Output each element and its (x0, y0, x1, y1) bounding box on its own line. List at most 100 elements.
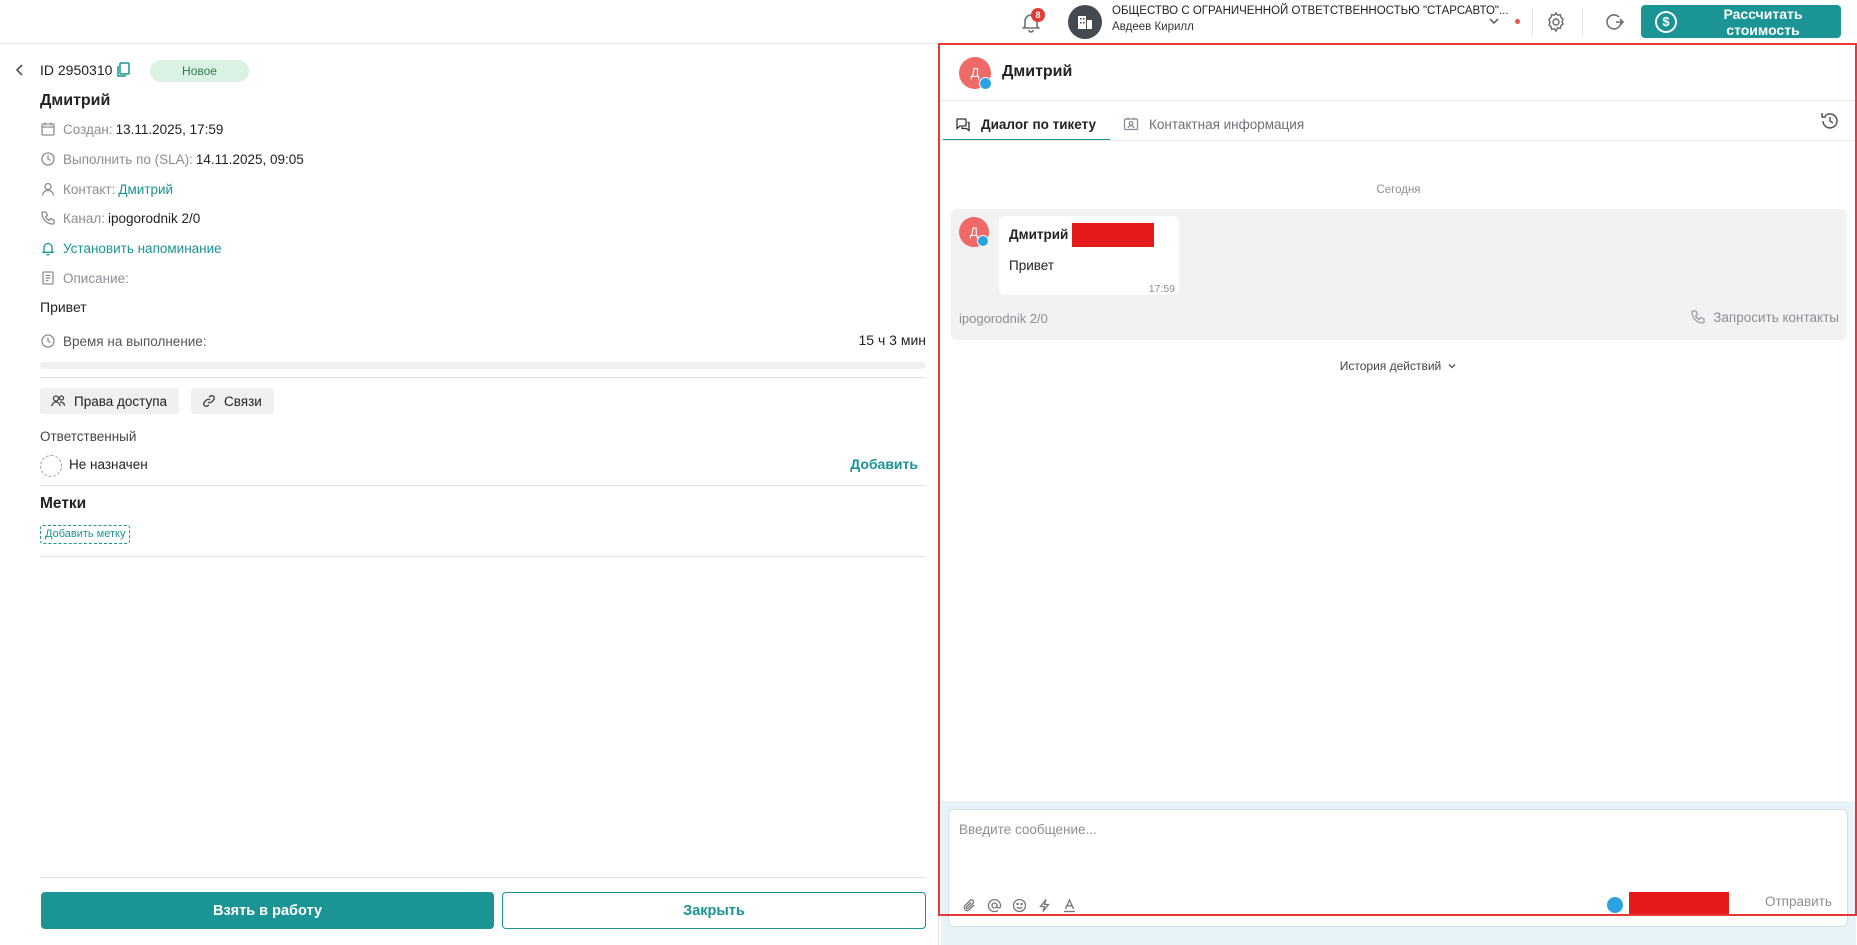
contact-link[interactable]: Дмитрий (118, 182, 173, 197)
chat-contact-name: Дмитрий (1002, 63, 1073, 80)
channel-label: Канал: (63, 210, 105, 226)
lightning-icon[interactable] (1033, 894, 1055, 916)
emoji-icon[interactable] (1008, 894, 1030, 916)
links-label: Связи (224, 393, 262, 409)
calendar-icon (41, 122, 55, 136)
message-channel: ipogorodnik 2/0 (959, 311, 1048, 326)
redaction-box (1629, 892, 1729, 915)
tab-ticket-dialog[interactable]: Диалог по тикету (955, 105, 1096, 143)
chat-bubbles-icon (956, 117, 970, 132)
time-value: 15 ч 3 мин (858, 332, 927, 348)
created-value: 13.11.2025, 17:59 (115, 121, 224, 137)
chat-panel: Д Дмитрий Диалог по тикету Контактная ин… (938, 43, 1857, 945)
sla-label: Выполнить по (SLA): (63, 151, 193, 167)
actions-history-toggle[interactable]: История действий (939, 359, 1857, 373)
message-input[interactable] (949, 810, 1847, 880)
history-icon[interactable] (1819, 110, 1841, 132)
empty-avatar (40, 455, 62, 477)
phone-icon (1691, 310, 1705, 324)
divider (40, 556, 926, 557)
message-composer: Отправить (948, 809, 1848, 927)
take-in-work-button[interactable]: Взять в работу (41, 892, 494, 929)
responsible-label: Ответственный (40, 429, 137, 444)
divider (40, 877, 926, 878)
access-rights-label: Права доступа (74, 393, 168, 409)
access-rights-button[interactable]: Права доступа (40, 388, 180, 414)
org-name[interactable]: ОБЩЕСТВО С ОГРАНИЧЕННОЙ ОТВЕТСТВЕННОСТЬЮ… (1112, 5, 1509, 17)
sla-row: Выполнить по (SLA): 14.11.2025, 09:05 (40, 150, 304, 168)
ticket-title: Дмитрий (40, 92, 111, 109)
links-button[interactable]: Связи (191, 388, 274, 414)
redaction-box (1072, 223, 1154, 247)
set-reminder-link[interactable]: Установить напоминание (63, 241, 222, 256)
send-button[interactable]: Отправить (1765, 894, 1832, 909)
actions-history-label: История действий (1339, 359, 1442, 373)
message-bubble: Дмитрий Привет 17:59 (999, 216, 1179, 295)
telegram-icon (979, 77, 992, 90)
channel-row: Канал: ipogorodnik 2/0 (40, 209, 200, 227)
calculate-cost-label: Рассчитать стоимость (1723, 5, 1803, 38)
dollar-icon: $ (1655, 10, 1677, 33)
text-format-icon[interactable] (1058, 894, 1080, 916)
created-row: Создан: 13.11.2025, 17:59 (40, 120, 223, 138)
user-name: Авдеев Кирилл (1112, 21, 1194, 33)
close-ticket-button[interactable]: Закрыть (502, 892, 926, 929)
link-icon (203, 395, 215, 407)
clock-icon (41, 334, 55, 348)
channel-value: ipogorodnik 2/0 (107, 210, 201, 226)
building-icon (1078, 16, 1092, 29)
message-text: Привет (1009, 258, 1055, 273)
document-icon (42, 271, 54, 285)
description-label: Описание: (63, 270, 129, 286)
logout-icon[interactable] (1602, 10, 1626, 34)
bell-icon (41, 242, 55, 256)
add-responsible-link[interactable]: Добавить (850, 456, 918, 472)
phone-icon (41, 211, 55, 225)
tab-contact-info-label: Контактная информация (1149, 116, 1305, 132)
time-row: Время на выполнение: (40, 332, 207, 350)
divider (40, 485, 926, 486)
sla-value: 14.11.2025, 09:05 (195, 151, 304, 167)
reminder-row[interactable]: Установить напоминание (40, 239, 222, 257)
request-contacts-label: Запросить контакты (1713, 309, 1839, 325)
copy-icon[interactable] (116, 62, 130, 78)
ticket-details-panel: ID 2950310 Новое Дмитрий Создан: 13.11.2… (0, 45, 938, 945)
paperclip-icon[interactable] (958, 894, 980, 916)
status-badge: Новое (150, 60, 249, 82)
chevron-down-icon[interactable] (1487, 14, 1501, 28)
divider (941, 140, 1856, 141)
request-contacts-button[interactable]: Запросить контакты (1690, 309, 1839, 325)
top-bar: 8 ОБЩЕСТВО С ОГРАНИЧЕННОЙ ОТВЕТСТВЕННОСТ… (0, 0, 1857, 44)
tab-ticket-dialog-label: Диалог по тикету (981, 116, 1097, 132)
time-label: Время на выполнение: (63, 333, 207, 349)
add-tag-button[interactable]: Добавить метку (40, 525, 131, 544)
created-label: Создан: (63, 121, 113, 137)
message-group: Д Дмитрий Привет 17:59 ipogorodnik 2/0 З… (951, 209, 1847, 340)
divider (40, 377, 926, 378)
responsible-value: Не назначен (69, 457, 148, 472)
telegram-icon (977, 235, 989, 247)
status-dot (1515, 19, 1520, 24)
telegram-icon (1607, 897, 1623, 913)
contact-label: Контакт: (63, 181, 116, 197)
description-row: Описание: (40, 269, 129, 287)
back-icon[interactable] (13, 63, 27, 77)
description-text: Привет (40, 299, 87, 315)
time-progress-bar (40, 362, 926, 369)
gear-icon[interactable] (1544, 10, 1568, 34)
chevron-down-icon (1448, 364, 1456, 369)
user-icon (41, 182, 55, 196)
divider (941, 100, 1856, 101)
users-icon (51, 395, 66, 407)
divider (1532, 8, 1533, 36)
contact-card-icon (1123, 117, 1139, 131)
tags-title: Метки (40, 495, 87, 512)
calculate-cost-button[interactable]: $ Рассчитать стоимость (1641, 5, 1841, 38)
tab-contact-info[interactable]: Контактная информация (1123, 105, 1304, 143)
org-avatar[interactable] (1068, 5, 1102, 39)
divider (1582, 8, 1583, 36)
message-author: Дмитрий (1009, 227, 1069, 242)
mention-icon[interactable] (983, 894, 1005, 916)
date-separator: Сегодня (1376, 184, 1421, 196)
message-time: 17:59 (1148, 283, 1175, 295)
